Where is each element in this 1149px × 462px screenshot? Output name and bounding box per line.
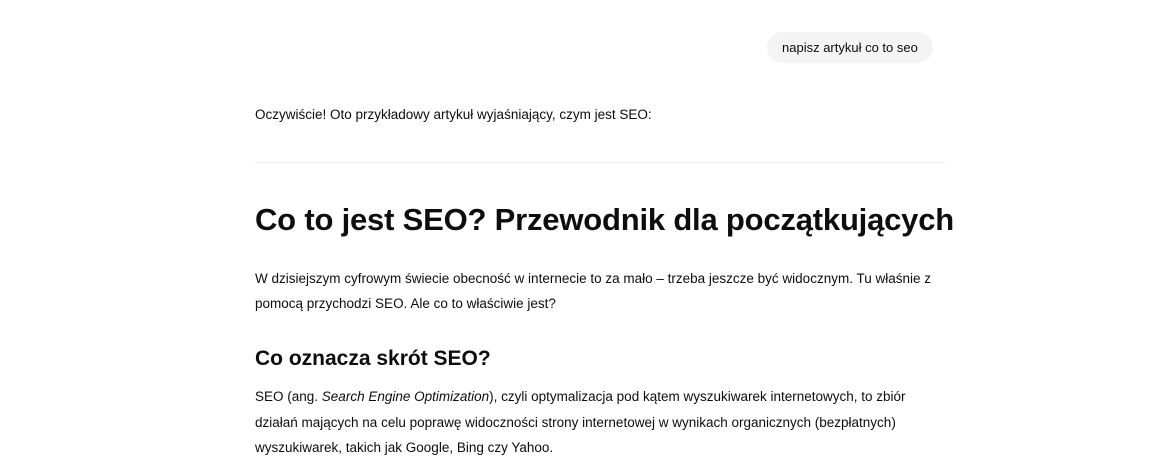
article-paragraph: W dzisiejszym cyfrowym świecie obecność … (255, 271, 931, 311)
section-paragraph: SEO (ang. Search Engine Optimization), c… (255, 384, 946, 461)
section-paragraph-emphasis: Search Engine Optimization (321, 389, 490, 404)
article-title: Co to jest SEO? Przewodnik dla początkuj… (255, 202, 954, 237)
section-heading: Co oznacza skrót SEO? (255, 347, 491, 370)
horizontal-divider (255, 162, 946, 163)
section-paragraph-text-start: SEO (ang. (255, 389, 322, 404)
user-message-bubble: napisz artykuł co to seo (767, 32, 933, 63)
chat-thread: napisz artykuł co to seo Oczywiście! Oto… (0, 0, 1149, 462)
assistant-intro-text: Oczywiście! Oto przykładowy artykuł wyja… (255, 107, 652, 122)
